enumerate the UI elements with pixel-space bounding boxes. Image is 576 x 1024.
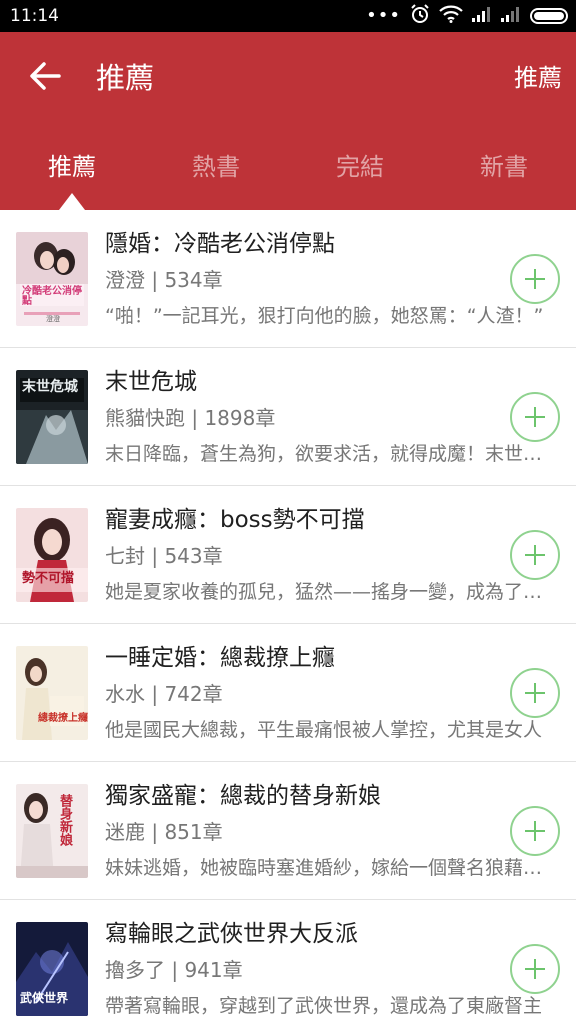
list-item[interactable]: 末世危城 末世危城 熊貓快跑 | 1898章 末日降臨，蒼生為狗，欲要求活，就得… — [0, 348, 576, 486]
book-title: 獨家盛寵：總裁的替身新娘 — [105, 783, 381, 809]
book-description: 他是國民大總裁，平生最痛恨被人掌控，尤其是女人 — [105, 719, 543, 741]
book-title: 一睡定婚：總裁撩上癮 — [105, 645, 335, 671]
add-to-shelf-button[interactable] — [510, 254, 560, 304]
app-bar: 推薦 推薦 推薦 熱書 完結 新書 — [0, 32, 576, 210]
book-cover: 武俠世界 — [16, 922, 88, 1016]
status-time: 11:14 — [10, 6, 59, 26]
tab-bar: 推薦 熱書 完結 新書 — [0, 142, 576, 210]
add-to-shelf-button[interactable] — [510, 944, 560, 994]
wifi-icon — [439, 5, 463, 27]
cover-title: 勢不可擋 — [22, 571, 75, 586]
book-description: 帶著寫輪眼，穿越到了武俠世界，還成為了東廠督主 — [105, 995, 543, 1017]
book-meta: 水水 | 742章 — [105, 682, 223, 706]
add-to-shelf-button[interactable] — [510, 806, 560, 856]
signal-icon — [472, 6, 492, 26]
list-item[interactable]: 冷酷老公消停點 澄澄 隱婚：冷酷老公消停點 澄澄 | 534章 “啪！”一記耳光… — [0, 210, 576, 348]
book-description: 她是夏家收養的孤兒，猛然——搖身一變，成為了豪門 — [105, 581, 557, 603]
cover-title: 武俠世界 — [20, 991, 69, 1005]
add-to-shelf-button[interactable] — [510, 392, 560, 442]
book-cover: 替身新娘 — [16, 784, 88, 878]
book-title: 寫輪眼之武俠世界大反派 — [105, 921, 358, 947]
tab-new[interactable]: 新書 — [432, 142, 576, 210]
cover-author: 澄澄 — [46, 315, 60, 323]
tab-indicator — [59, 193, 85, 210]
back-button[interactable] — [18, 54, 72, 102]
tab-completed[interactable]: 完結 — [288, 142, 432, 210]
book-meta: 熊貓快跑 | 1898章 — [105, 406, 276, 430]
status-icons: ••• — [366, 0, 568, 32]
cover-title: 冷酷老公消停點 — [22, 286, 82, 307]
book-meta: 澄澄 | 534章 — [105, 268, 223, 292]
add-to-shelf-button[interactable] — [510, 530, 560, 580]
book-cover: 勢不可擋 — [16, 508, 88, 602]
arrow-left-icon — [29, 62, 61, 94]
book-meta: 擼多了 | 941章 — [105, 958, 243, 982]
list-item[interactable]: 總裁撩上癮 一睡定婚：總裁撩上癮 水水 | 742章 他是國民大總裁，平生最痛恨… — [0, 624, 576, 762]
page-title: 推薦 — [96, 61, 155, 95]
book-cover: 末世危城 — [16, 370, 88, 464]
battery-icon — [530, 8, 568, 24]
book-title: 末世危城 — [105, 369, 197, 395]
book-meta: 七封 | 543章 — [105, 544, 223, 568]
cover-title: 替身新娘 — [57, 794, 72, 846]
book-meta: 迷鹿 | 851章 — [105, 820, 223, 844]
book-title: 寵妻成癮：boss勢不可擋 — [105, 507, 365, 533]
more-dots-icon: ••• — [366, 5, 401, 26]
book-description: “啪！”一記耳光，狠打向他的臉，她怒罵：“人渣！” — [105, 305, 544, 327]
list-item[interactable]: 勢不可擋 寵妻成癮：boss勢不可擋 七封 | 543章 她是夏家收養的孤兒，猛… — [0, 486, 576, 624]
book-list: 冷酷老公消停點 澄澄 隱婚：冷酷老公消停點 澄澄 | 534章 “啪！”一記耳光… — [0, 210, 576, 1024]
book-cover: 冷酷老公消停點 澄澄 — [16, 232, 88, 326]
alarm-icon — [410, 4, 430, 28]
recommend-action-button[interactable]: 推薦 — [514, 60, 562, 96]
cover-title: 末世危城 — [22, 379, 78, 395]
book-description: 末日降臨，蒼生為狗，欲要求活，就得成魔！末世危城 — [105, 443, 557, 465]
signal-icon — [501, 6, 521, 26]
add-to-shelf-button[interactable] — [510, 668, 560, 718]
cover-title: 總裁撩上癮 — [38, 713, 88, 724]
list-item[interactable]: 武俠世界 寫輪眼之武俠世界大反派 擼多了 | 941章 帶著寫輪眼，穿越到了武俠… — [0, 900, 576, 1024]
book-title: 隱婚：冷酷老公消停點 — [105, 231, 335, 257]
book-description: 妹妹逃婚，她被臨時塞進婚紗，嫁給一個聲名狼藉的人 — [105, 857, 557, 879]
tab-hot[interactable]: 熱書 — [144, 142, 288, 210]
book-cover: 總裁撩上癮 — [16, 646, 88, 740]
status-bar: 11:14 ••• — [0, 0, 576, 32]
list-item[interactable]: 替身新娘 獨家盛寵：總裁的替身新娘 迷鹿 | 851章 妹妹逃婚，她被臨時塞進婚… — [0, 762, 576, 900]
